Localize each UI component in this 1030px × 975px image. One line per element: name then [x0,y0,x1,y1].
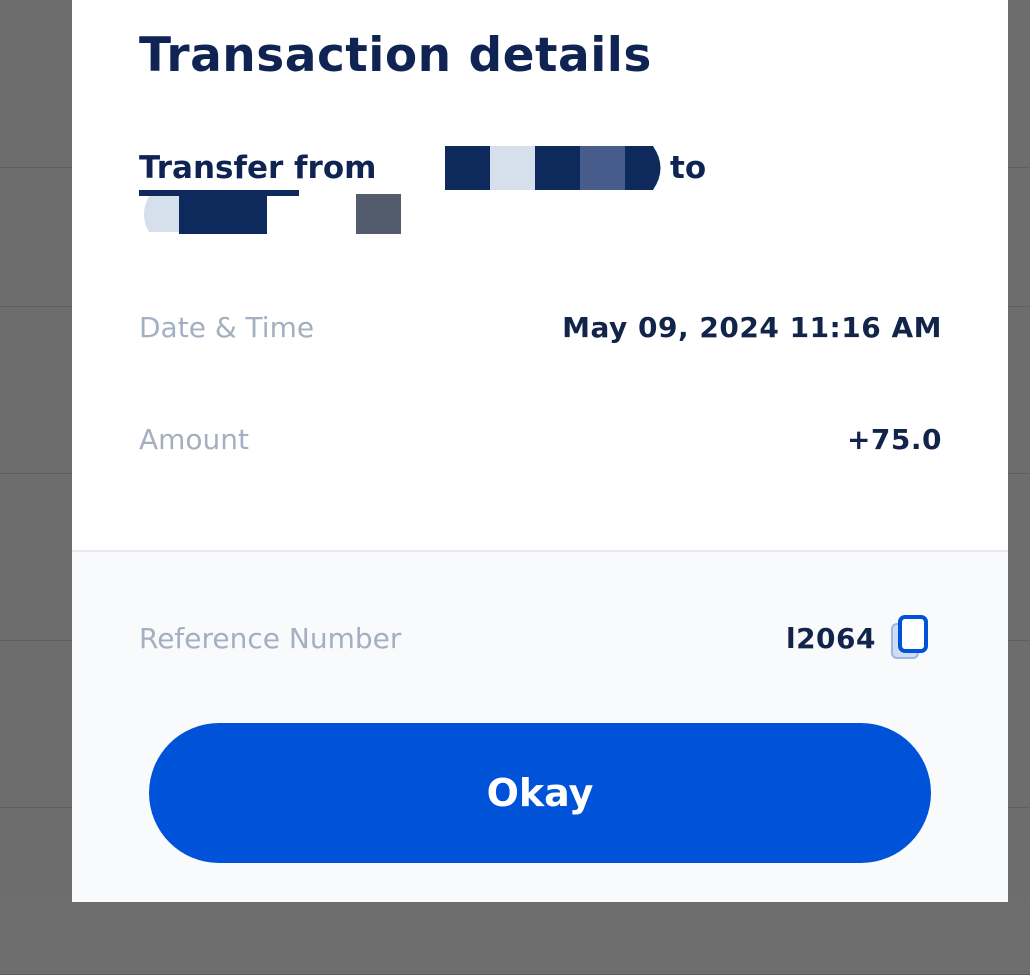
transaction-details-dialog: Transaction details Transfer from to Dat… [72,0,1008,902]
amount-value: +75.0 [846,423,942,456]
redacted-recipient-name [139,190,401,234]
date-time-label: Date & Time [139,311,315,344]
amount-label: Amount [139,423,250,456]
reference-number-value: l2064 [785,622,876,655]
transfer-to-label: to [670,150,707,186]
redacted-sender-name [445,146,668,190]
transfer-description: Transfer from to [139,146,779,236]
copy-icon[interactable] [890,614,930,662]
date-time-value: May 09, 2024 11:16 AM [562,311,942,344]
reference-number-label: Reference Number [139,622,402,655]
okay-button[interactable]: Okay [149,723,931,863]
dialog-footer: Reference Number l2064 Okay [72,550,1008,902]
dialog-title: Transaction details [139,28,652,83]
transfer-from-label: Transfer from [139,150,377,186]
